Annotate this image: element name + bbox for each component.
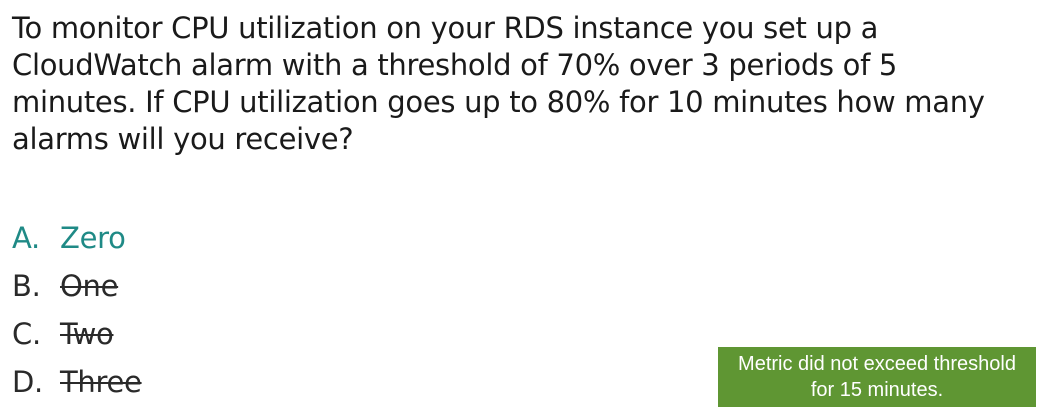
answer-d: D. Three bbox=[12, 358, 142, 406]
answer-c-text: Two bbox=[60, 317, 114, 351]
answer-b-letter: B. bbox=[12, 269, 41, 303]
question-text: To monitor CPU utilization on your RDS i… bbox=[12, 11, 985, 156]
answer-a-text: Zero bbox=[60, 221, 126, 255]
answer-a-letter: A. bbox=[12, 221, 40, 255]
explanation-line-1: Metric did not exceed threshold bbox=[738, 353, 1016, 375]
explanation-line-2: for 15 minutes. bbox=[810, 379, 944, 401]
answer-list: A. Zero B. One C. Two D. Three bbox=[12, 214, 142, 406]
answer-d-letter: D. bbox=[12, 365, 43, 399]
answer-c-letter: C. bbox=[12, 317, 41, 351]
answer-d-text: Three bbox=[60, 365, 142, 399]
answer-b-text: One bbox=[60, 269, 119, 303]
answer-a: A. Zero bbox=[12, 214, 142, 262]
answer-b: B. One bbox=[12, 262, 142, 310]
explanation-callout: Metric did not exceed threshold for 15 m… bbox=[718, 347, 1036, 407]
answer-c: C. Two bbox=[12, 310, 142, 358]
